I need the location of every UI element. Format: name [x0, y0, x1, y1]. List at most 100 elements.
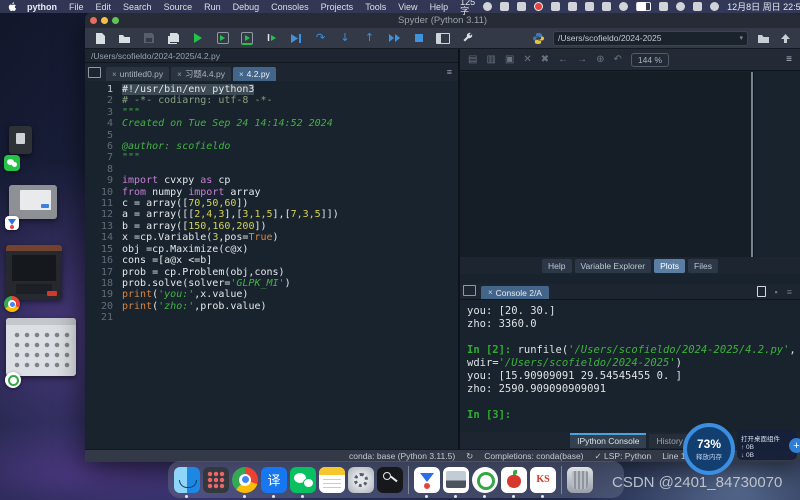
notes-icon[interactable]	[319, 467, 345, 493]
editor-tab-untitled0.py[interactable]: ×untitled0.py	[106, 67, 169, 81]
close-tab-icon[interactable]: ×	[112, 70, 117, 79]
console-output[interactable]: you: [20. 30.]zho: 3360.0 In [2]: runfil…	[460, 301, 800, 432]
run-cell-icon[interactable]	[216, 31, 230, 45]
parent-directory-icon[interactable]	[778, 31, 792, 45]
run-selection-icon[interactable]: I	[265, 31, 279, 45]
editor-tab-习题4.4.py[interactable]: ×习题4.4.py	[171, 67, 231, 81]
close-tab-icon[interactable]: ×	[177, 70, 182, 79]
netdisk-dock-icon[interactable]	[414, 467, 440, 493]
run-icon[interactable]	[191, 31, 205, 45]
open-file-icon[interactable]	[118, 31, 132, 45]
user-circle-icon[interactable]	[483, 2, 492, 11]
remove-all-plots-icon[interactable]: ✖	[541, 54, 549, 65]
console-tab[interactable]: × Console 2/A	[481, 286, 549, 299]
keychain-icon[interactable]	[377, 467, 403, 493]
copy-plot-icon[interactable]: ▣	[505, 54, 514, 65]
close-console-icon[interactable]: ×	[488, 288, 493, 297]
trash-icon[interactable]	[567, 467, 593, 493]
close-window-button[interactable]	[90, 17, 97, 24]
preferences-wrench-icon[interactable]	[461, 31, 475, 45]
plots-options-icon[interactable]: ≡	[786, 54, 792, 65]
record-icon[interactable]	[534, 2, 543, 11]
previous-plot-icon[interactable]: ←	[558, 54, 568, 65]
debug-file-icon[interactable]	[289, 31, 303, 45]
ks-app-icon[interactable]: KS	[530, 467, 556, 493]
battery-icon[interactable]	[636, 2, 651, 11]
pane-tab-help[interactable]: Help	[542, 259, 571, 273]
menu-app-name[interactable]: python	[27, 2, 57, 12]
conda-env-status[interactable]: conda: base (Python 3.11.5)	[349, 451, 455, 461]
new-file-icon[interactable]	[93, 31, 107, 45]
stop-icon[interactable]	[412, 31, 426, 45]
step-into-icon[interactable]: ↓	[338, 31, 352, 45]
system-settings-icon[interactable]	[348, 467, 374, 493]
panes-layout-icon[interactable]	[436, 31, 450, 45]
console-env-icon[interactable]: ▪	[775, 287, 778, 297]
preview-app-icon[interactable]	[443, 467, 469, 493]
console-options-icon[interactable]: ≡	[787, 287, 792, 297]
browse-tabs-icon[interactable]	[88, 67, 101, 78]
window-thumbnail-grid-app[interactable]	[6, 318, 76, 376]
menu-file[interactable]: File	[69, 2, 84, 12]
step-out-icon[interactable]: ↑	[363, 31, 377, 45]
zoom-in-icon[interactable]: ⊕	[596, 54, 604, 65]
wechat-dock-icon[interactable]	[290, 467, 316, 493]
cloud-icon[interactable]	[568, 2, 577, 11]
menu-tools[interactable]: Tools	[365, 2, 386, 12]
window-thumbnail-netdisk[interactable]	[9, 185, 57, 219]
screen-mirroring-icon[interactable]	[602, 2, 611, 11]
apple-menu-icon[interactable]	[8, 2, 17, 12]
translate-app-icon[interactable]: 译	[261, 467, 287, 493]
keyboard-icon[interactable]	[517, 2, 526, 11]
shapes-icon[interactable]	[551, 2, 560, 11]
panels-icon[interactable]	[585, 2, 594, 11]
save-plot-icon[interactable]: ▤	[468, 54, 477, 65]
browse-consoles-icon[interactable]	[463, 285, 476, 296]
menu-view[interactable]: View	[398, 2, 417, 12]
save-icon[interactable]	[142, 31, 156, 45]
editor-tab-4.2.py[interactable]: ×4.2.py	[233, 67, 276, 81]
completions-status[interactable]: Completions: conda(base)	[484, 451, 583, 461]
display-icon[interactable]	[693, 2, 702, 11]
working-directory-combobox[interactable]: /Users/scofieldo/2024-2025▾	[553, 31, 748, 46]
fitness-ring-icon[interactable]	[5, 372, 21, 388]
wechat-icon[interactable]	[4, 155, 20, 171]
menu-source[interactable]: Source	[164, 2, 193, 12]
pane-tab-files[interactable]: Files	[688, 259, 718, 273]
menu-consoles[interactable]: Consoles	[271, 2, 309, 12]
apple-red-app-icon[interactable]	[501, 467, 527, 493]
menu-run[interactable]: Run	[204, 2, 221, 12]
menu-edit[interactable]: Edit	[96, 2, 112, 12]
menu-clock[interactable]: 12月8日 周日 22:57	[727, 0, 800, 13]
chrome-icon[interactable]	[4, 296, 20, 312]
wifi-icon[interactable]	[659, 2, 668, 11]
memory-gauge[interactable]: 73% 释放内存	[683, 423, 735, 475]
launchpad-icon[interactable]	[203, 467, 229, 493]
menu-debug[interactable]: Debug	[233, 2, 260, 12]
continue-icon[interactable]	[387, 31, 401, 45]
mic-icon[interactable]	[500, 2, 509, 11]
undo-zoom-icon[interactable]: ↶	[614, 54, 622, 65]
finder-icon[interactable]	[174, 467, 200, 493]
lsp-status[interactable]: ✓ LSP: Python	[595, 451, 652, 462]
chrome-dock-icon[interactable]	[232, 467, 258, 493]
add-widget-button[interactable]: +	[789, 438, 800, 453]
control-center-icon[interactable]	[710, 2, 719, 11]
window-thumbnail-browser[interactable]	[6, 245, 62, 300]
save-all-icon[interactable]	[167, 31, 181, 45]
menu-projects[interactable]: Projects	[321, 2, 354, 12]
remove-plot-icon[interactable]: ✕	[523, 54, 531, 65]
zoom-window-button[interactable]	[112, 17, 119, 24]
menu-help[interactable]: Help	[430, 2, 449, 12]
pane-tab-variable-explorer[interactable]: Variable Explorer	[575, 259, 652, 273]
search-icon[interactable]	[676, 2, 685, 11]
bluetooth-icon[interactable]	[619, 2, 628, 11]
inspect-icon[interactable]	[757, 286, 766, 297]
bottom-tab-ipython-console[interactable]: IPython Console	[570, 433, 646, 448]
minimize-window-button[interactable]	[101, 17, 108, 24]
pane-tab-plots[interactable]: Plots	[654, 259, 685, 273]
code-editor[interactable]: 1#!/usr/bin/env python32# -*- codiarng: …	[85, 81, 458, 449]
menu-search[interactable]: Search	[123, 2, 152, 12]
run-cell-advance-icon[interactable]	[240, 31, 254, 45]
close-tab-icon[interactable]: ×	[239, 70, 244, 79]
